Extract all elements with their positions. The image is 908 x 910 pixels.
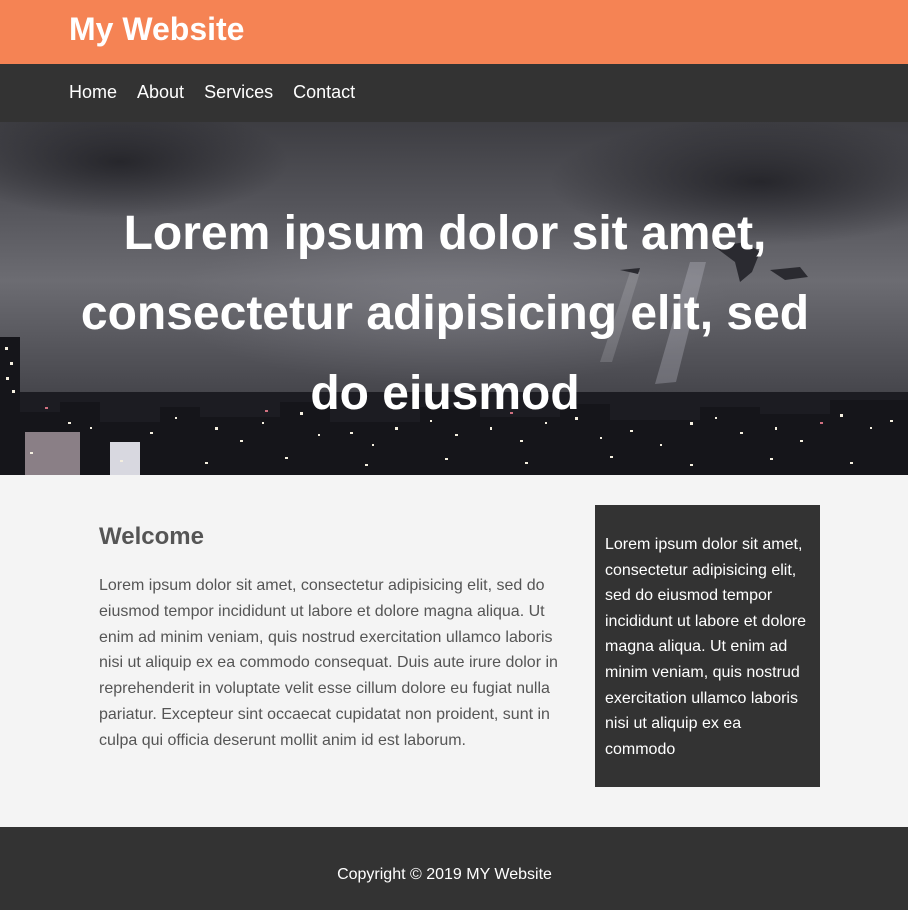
welcome-text: Lorem ipsum dolor sit amet, consectetur …: [99, 577, 558, 749]
lit-building: [25, 432, 80, 475]
main-nav: Home About Services Contact: [0, 64, 908, 122]
nav-link-about[interactable]: About: [137, 82, 184, 102]
nav-item-home: Home: [69, 81, 117, 103]
sidebar-text: Lorem ipsum dolor sit amet, consectetur …: [605, 536, 807, 758]
nav-item-services: Services: [204, 81, 273, 103]
nav-link-services[interactable]: Services: [204, 82, 273, 102]
welcome-title: Welcome: [99, 523, 204, 550]
nav-list: Home About Services Contact: [69, 81, 375, 103]
hero-banner: Lorem ipsum dolor sit amet, consectetur …: [0, 122, 908, 475]
site-title: My Website: [69, 11, 245, 47]
site-footer: Copyright © 2019 MY Website: [0, 827, 908, 910]
nav-item-contact: Contact: [293, 81, 355, 103]
nav-link-contact[interactable]: Contact: [293, 82, 355, 102]
site-header: My Website: [0, 0, 908, 64]
sidebar: Lorem ipsum dolor sit amet, consectetur …: [595, 505, 820, 787]
copyright-text: Copyright © 2019 MY Website: [337, 866, 552, 883]
hero-heading: Lorem ipsum dolor sit amet, consectetur …: [80, 207, 810, 420]
lit-building: [110, 442, 140, 475]
main-content: Welcome Lorem ipsum dolor sit amet, cons…: [99, 515, 564, 754]
nav-link-home[interactable]: Home: [69, 82, 117, 102]
nav-item-about: About: [137, 81, 184, 103]
